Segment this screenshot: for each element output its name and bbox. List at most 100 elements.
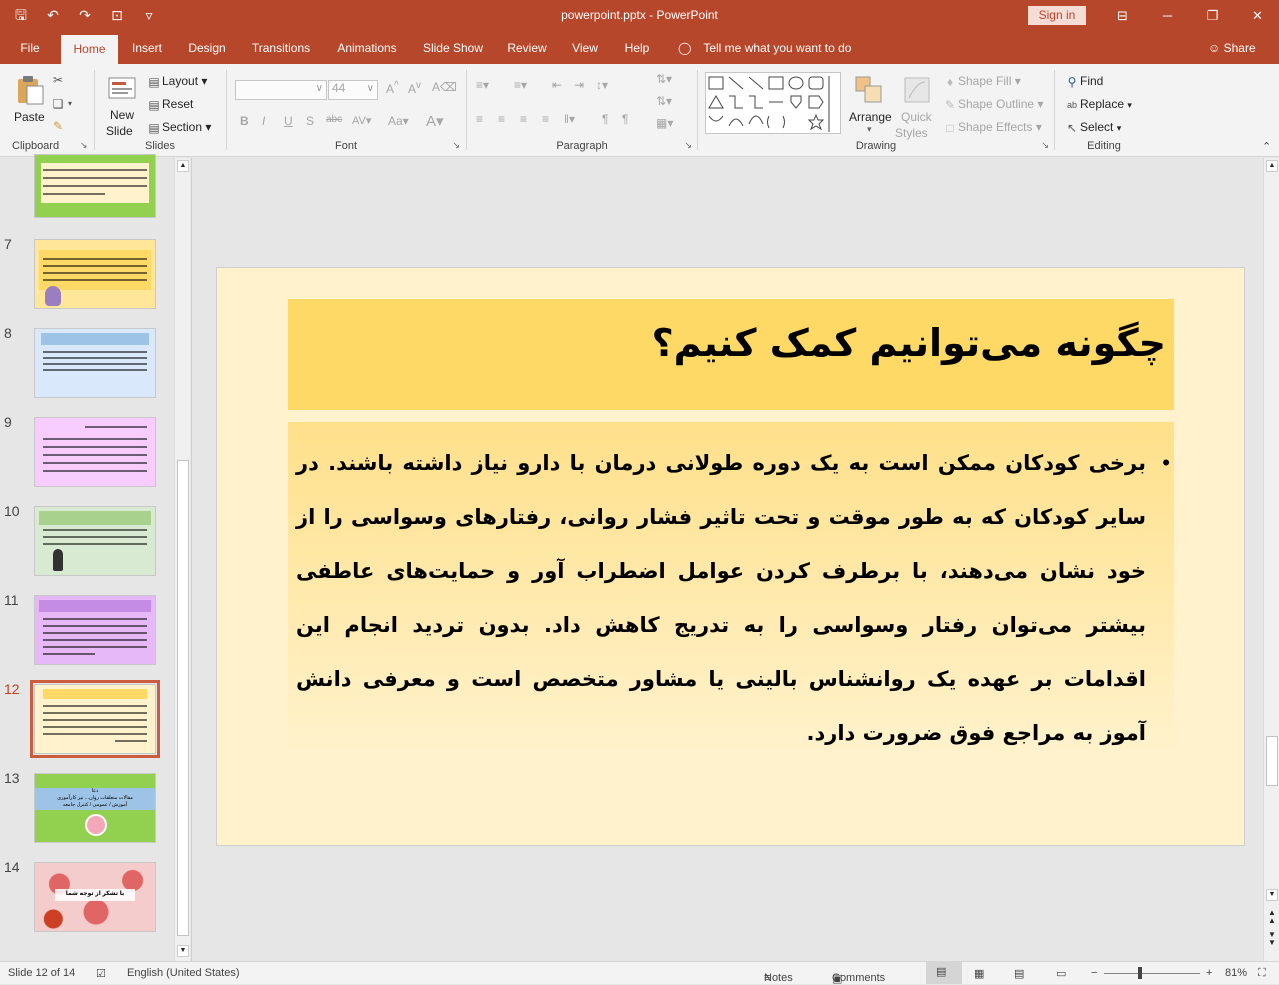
share-button[interactable]: ☺ Share xyxy=(1208,32,1256,64)
sign-in-button[interactable]: Sign in xyxy=(1028,6,1086,25)
underline-icon[interactable]: U xyxy=(284,114,293,128)
title-placeholder[interactable]: چگونه می‌توانیم کمک کنیم؟ xyxy=(288,299,1174,410)
increase-font-icon[interactable]: A^ xyxy=(386,80,399,96)
slide-thumbnail-6[interactable] xyxy=(34,154,156,218)
slide-thumbnail-11[interactable] xyxy=(34,595,156,665)
columns-icon[interactable]: ‖▾ xyxy=(564,112,575,126)
new-slide-icon[interactable] xyxy=(106,72,138,104)
zoom-slider-thumb[interactable] xyxy=(1138,967,1142,979)
zoom-in-button[interactable]: + xyxy=(1206,967,1212,979)
reset-button[interactable]: ▤ Reset xyxy=(146,97,193,113)
tab-slide-show[interactable]: Slide Show xyxy=(416,32,490,64)
quick-styles-icon[interactable] xyxy=(901,74,933,106)
layout-button[interactable]: ▤ Layout ▾ xyxy=(146,74,207,90)
arrange-button[interactable]: Arrange xyxy=(849,110,892,124)
slide-scroll-thumb[interactable] xyxy=(1266,736,1278,786)
clear-formatting-icon[interactable]: A⌫ xyxy=(432,80,457,94)
justify-icon[interactable]: ≡ xyxy=(542,112,549,126)
tell-me-search[interactable]: ◯ Tell me what you want to do xyxy=(678,32,851,64)
collapse-ribbon-icon[interactable]: ⌃ xyxy=(1262,140,1271,153)
zoom-out-button[interactable]: − xyxy=(1091,967,1097,979)
align-text-icon[interactable]: ⇅▾ xyxy=(656,94,672,108)
slide-scrollbar[interactable]: ▲ ▼ ▲ ▲ ▼ ▼ xyxy=(1263,158,1279,961)
strikethrough-icon[interactable]: abc xyxy=(326,114,342,125)
fit-slide-icon[interactable]: ⛶ xyxy=(1258,967,1266,980)
language-indicator[interactable]: English (United States) xyxy=(127,967,240,979)
convert-smartart-icon[interactable]: ▦▾ xyxy=(656,116,673,130)
font-size-combo[interactable]: 44 ∨ xyxy=(328,80,378,100)
shape-effects-button[interactable]: □ Shape Effects ▾ xyxy=(942,120,1041,136)
find-button[interactable]: ⚲ Find xyxy=(1064,74,1104,90)
zoom-slider[interactable] xyxy=(1104,973,1200,974)
slide-editing-area[interactable]: چگونه می‌توانیم کمک کنیم؟ • برخی کودکان … xyxy=(196,158,1262,961)
thumbnails-scroll-thumb[interactable] xyxy=(177,460,189,936)
clipboard-launcher-icon[interactable]: ↘ xyxy=(80,140,88,151)
bold-icon[interactable]: B xyxy=(240,114,249,128)
ltr-icon[interactable]: ¶ xyxy=(622,112,628,126)
arrange-icon[interactable] xyxy=(853,74,885,106)
slide-sorter-icon[interactable]: ▦ xyxy=(974,967,984,980)
tab-file[interactable]: File xyxy=(10,32,50,64)
cut-icon[interactable]: ✂ xyxy=(50,72,66,88)
quick-styles-label-1[interactable]: Quick xyxy=(901,110,932,124)
new-slide-label-2[interactable]: Slide xyxy=(106,124,133,138)
slide-thumbnail-12[interactable] xyxy=(30,680,160,758)
close-button[interactable]: ✕ xyxy=(1235,0,1279,32)
decrease-font-icon[interactable]: Av xyxy=(408,80,421,96)
replace-button[interactable]: ab Replace ▾ xyxy=(1064,97,1132,113)
character-spacing-icon[interactable]: AV▾ xyxy=(352,114,371,127)
slide-show-icon[interactable]: ▭ xyxy=(1056,967,1066,980)
align-left-icon[interactable]: ≡ xyxy=(476,112,483,126)
align-right-icon[interactable]: ≡ xyxy=(520,112,527,126)
drawing-launcher-icon[interactable]: ↘ xyxy=(1041,140,1049,151)
tab-insert[interactable]: Insert xyxy=(124,32,170,64)
format-painter-icon[interactable]: ✎ xyxy=(50,118,66,134)
reading-view-icon[interactable]: ▤ xyxy=(1014,967,1024,980)
line-spacing-icon[interactable]: ↕▾ xyxy=(596,78,608,92)
thumbnails-scrollbar[interactable]: ▲ ▼ xyxy=(174,158,190,961)
numbering-icon[interactable]: ≡▾ xyxy=(514,78,527,92)
slide-thumbnail-8[interactable] xyxy=(34,328,156,398)
shadow-icon[interactable]: S xyxy=(306,114,314,128)
tab-transitions[interactable]: Transitions xyxy=(244,32,318,64)
increase-indent-icon[interactable]: ⇥ xyxy=(574,78,584,92)
paste-button[interactable]: Paste xyxy=(14,110,45,124)
scroll-down-icon[interactable]: ▼ xyxy=(177,945,189,957)
text-direction-icon[interactable]: ⇅▾ xyxy=(656,72,672,86)
tab-review[interactable]: Review xyxy=(501,32,553,64)
content-placeholder[interactable]: • برخی کودکان ممکن است به یک دوره طولانی… xyxy=(288,422,1174,752)
font-name-combo[interactable]: ∨ xyxy=(235,80,327,100)
shapes-icon[interactable] xyxy=(707,74,839,134)
slide-thumbnail-13[interactable]: دعا مقالات متعلقات روان... نیز کارآموزی … xyxy=(34,773,156,843)
previous-slide-icon[interactable]: ▲ ▲ xyxy=(1266,909,1278,927)
select-button[interactable]: ↖ Select ▾ xyxy=(1064,120,1121,136)
slide-title[interactable]: چگونه می‌توانیم کمک کنیم؟ xyxy=(652,321,1166,365)
slide-thumbnail-10[interactable] xyxy=(34,506,156,576)
normal-view-button[interactable]: ▤ xyxy=(926,962,962,984)
tab-animations[interactable]: Animations xyxy=(329,32,405,64)
scroll-up-icon[interactable]: ▲ xyxy=(1266,160,1278,172)
rtl-icon[interactable]: ¶ xyxy=(602,112,608,126)
font-color-icon[interactable]: A▾ xyxy=(426,112,444,130)
ribbon-display-options-icon[interactable]: ⊟ xyxy=(1100,0,1145,32)
new-slide-label-1[interactable]: New xyxy=(110,108,134,122)
slide-thumbnail-7[interactable] xyxy=(34,239,156,309)
paste-icon[interactable] xyxy=(14,74,46,106)
slide-thumbnail-9[interactable] xyxy=(34,417,156,487)
quick-styles-label-2[interactable]: Styles xyxy=(895,126,928,140)
paragraph-launcher-icon[interactable]: ↘ xyxy=(684,140,692,151)
decrease-indent-icon[interactable]: ⇤ xyxy=(552,78,562,92)
next-slide-icon[interactable]: ▼ ▼ xyxy=(1266,931,1278,949)
scroll-up-icon[interactable]: ▲ xyxy=(177,160,189,172)
bullets-icon[interactable]: ≡▾ xyxy=(476,78,489,92)
tab-home[interactable]: Home xyxy=(61,35,118,64)
spell-check-icon[interactable]: ☑ xyxy=(96,967,106,980)
align-center-icon[interactable]: ≡ xyxy=(498,112,505,126)
copy-icon[interactable]: ❏ ▾ xyxy=(50,96,74,112)
restore-button[interactable]: ❐ xyxy=(1190,0,1235,32)
shape-fill-button[interactable]: ♦ Shape Fill ▾ xyxy=(942,74,1021,90)
shape-outline-button[interactable]: ✎ Shape Outline ▾ xyxy=(942,97,1043,113)
italic-icon[interactable]: I xyxy=(262,114,265,128)
section-button[interactable]: ▤ Section ▾ xyxy=(146,120,211,136)
zoom-level[interactable]: 81% xyxy=(1225,967,1247,979)
